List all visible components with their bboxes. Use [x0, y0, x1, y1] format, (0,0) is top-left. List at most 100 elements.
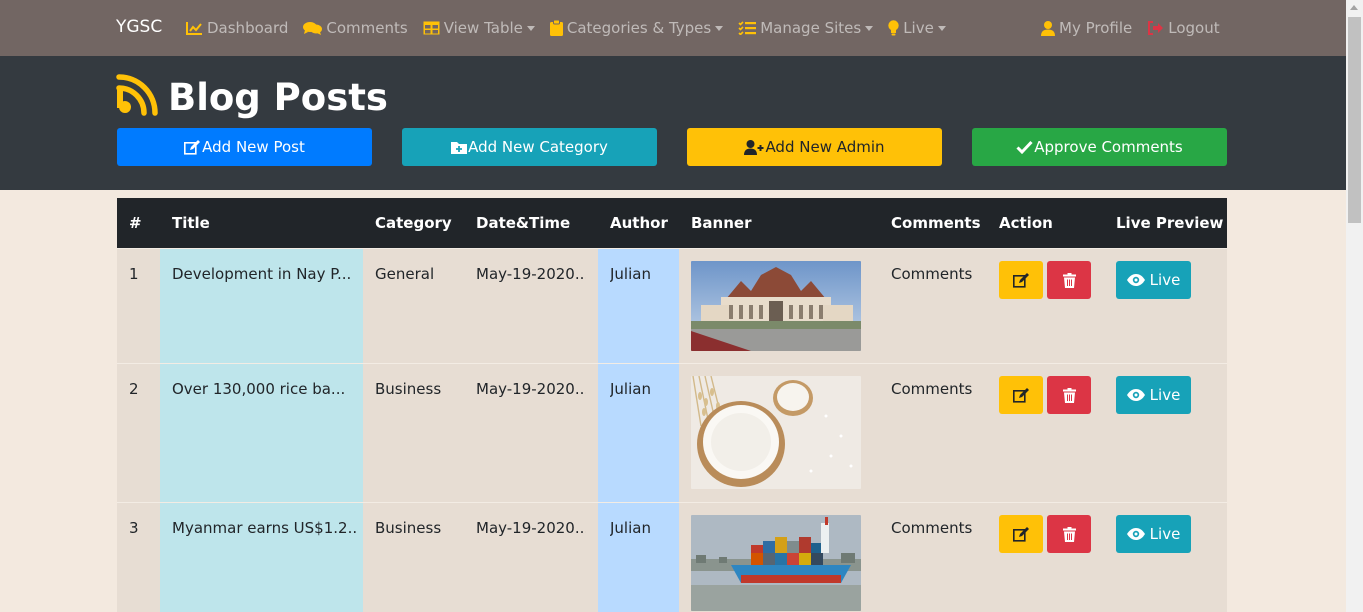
- post-author: Julian: [610, 380, 651, 398]
- check-icon: [1016, 140, 1033, 154]
- eye-icon: [1126, 274, 1145, 286]
- nav-label: Categories & Types: [566, 19, 712, 37]
- edit-post-button[interactable]: [999, 515, 1043, 553]
- button-label: Live: [1149, 386, 1181, 404]
- comments-link[interactable]: Comments: [891, 380, 972, 398]
- add-new-post-button[interactable]: Add New Post: [117, 128, 372, 166]
- edit-icon: [1012, 387, 1029, 403]
- add-new-category-button[interactable]: Add New Category: [402, 128, 657, 166]
- nav-label: View Table: [443, 19, 523, 37]
- scroll-up-arrow-icon[interactable]: [1350, 5, 1358, 10]
- folder-plus-icon: [451, 141, 468, 154]
- post-category: Business: [375, 519, 442, 537]
- nav-item-logout[interactable]: Logout: [1147, 19, 1220, 37]
- chart-line-icon: [186, 21, 203, 35]
- chevron-down-icon: [715, 25, 724, 31]
- button-label: Add New Post: [202, 138, 305, 156]
- trash-icon: [1062, 272, 1076, 288]
- table-row: 3 Myanmar earns US$1.2... Business May-1…: [117, 502, 1227, 612]
- delete-post-button[interactable]: [1047, 515, 1091, 553]
- eye-icon: [1126, 528, 1145, 540]
- table-header: # Title Category Date&Time Author Banner…: [117, 198, 1227, 248]
- column-header-live-preview: Live Preview: [1116, 214, 1224, 232]
- post-title[interactable]: Over 130,000 rice ba...: [172, 380, 357, 398]
- banner-government-building-image: [691, 261, 861, 351]
- column-header-banner: Banner: [691, 214, 752, 232]
- lightbulb-icon: [888, 20, 899, 36]
- nav-label: Comments: [326, 19, 408, 37]
- comments-link[interactable]: Comments: [891, 265, 972, 283]
- row-number: 1: [129, 265, 139, 283]
- table-icon: [423, 21, 440, 35]
- button-label: Live: [1149, 271, 1181, 289]
- live-preview-button[interactable]: Live: [1116, 376, 1191, 414]
- post-author: Julian: [610, 265, 651, 283]
- column-header-action: Action: [999, 214, 1053, 232]
- comments-link[interactable]: Comments: [891, 519, 972, 537]
- edit-post-button[interactable]: [999, 261, 1043, 299]
- logout-icon: [1147, 21, 1164, 35]
- nav-label: Live: [903, 19, 934, 37]
- eye-icon: [1126, 389, 1145, 401]
- delete-post-button[interactable]: [1047, 376, 1091, 414]
- nav-item-comments[interactable]: Comments: [303, 19, 408, 37]
- nav-label: Manage Sites: [760, 19, 862, 37]
- live-preview-button[interactable]: Live: [1116, 261, 1191, 299]
- column-header-comments: Comments: [891, 214, 981, 232]
- edit-icon: [1012, 526, 1029, 542]
- chevron-down-icon: [937, 25, 946, 31]
- nav-label: My Profile: [1059, 19, 1133, 37]
- table-row: 1 Development in Nay P... General May-19…: [117, 248, 1227, 363]
- nav-item-dashboard[interactable]: Dashboard: [186, 19, 288, 37]
- brand-logo[interactable]: YGSC: [116, 17, 162, 37]
- vertical-scrollbar[interactable]: [1346, 0, 1363, 612]
- column-header-number: #: [129, 214, 142, 232]
- page-title: Blog Posts: [168, 75, 388, 119]
- top-navbar: YGSC Dashboard Comments View Table Categ…: [0, 0, 1346, 56]
- button-label: Add New Category: [468, 138, 608, 156]
- nav-item-categories[interactable]: Categories & Types: [549, 19, 724, 37]
- comments-icon: [303, 21, 323, 35]
- page-title-wrap: Blog Posts: [116, 74, 388, 120]
- approve-comments-button[interactable]: Approve Comments: [972, 128, 1227, 166]
- banner-cargo-ship-image: [691, 515, 861, 611]
- post-datetime: May-19-2020...: [476, 519, 586, 537]
- column-header-category: Category: [375, 214, 452, 232]
- nav-menu: Dashboard Comments View Table Categories…: [186, 0, 961, 56]
- scrollbar-thumb[interactable]: [1348, 17, 1361, 223]
- tasks-icon: [738, 21, 757, 35]
- rss-blog-icon: [116, 74, 158, 120]
- banner-rice-bowl-image: [691, 376, 861, 489]
- chevron-down-icon: [865, 25, 874, 31]
- trash-icon: [1062, 526, 1076, 542]
- add-new-admin-button[interactable]: Add New Admin: [687, 128, 942, 166]
- live-preview-button[interactable]: Live: [1116, 515, 1191, 553]
- nav-item-manage-sites[interactable]: Manage Sites: [738, 19, 874, 37]
- user-plus-icon: [744, 139, 764, 155]
- delete-post-button[interactable]: [1047, 261, 1091, 299]
- post-author: Julian: [610, 519, 651, 537]
- user-icon: [1041, 20, 1055, 36]
- column-header-datetime: Date&Time: [476, 214, 571, 232]
- nav-user-menu: My Profile Logout: [1041, 0, 1235, 56]
- edit-icon: [1012, 272, 1029, 288]
- trash-icon: [1062, 387, 1076, 403]
- nav-label: Dashboard: [207, 19, 289, 37]
- edit-icon: [184, 139, 201, 155]
- nav-label: Logout: [1168, 19, 1220, 37]
- post-title[interactable]: Myanmar earns US$1.2...: [172, 519, 357, 537]
- post-datetime: May-19-2020...: [476, 265, 586, 283]
- table-row: 2 Over 130,000 rice ba... Business May-1…: [117, 363, 1227, 502]
- post-datetime: May-19-2020...: [476, 380, 586, 398]
- column-header-title: Title: [172, 214, 210, 232]
- post-title[interactable]: Development in Nay P...: [172, 265, 357, 283]
- nav-item-my-profile[interactable]: My Profile: [1041, 19, 1132, 37]
- column-header-author: Author: [610, 214, 668, 232]
- nav-item-live[interactable]: Live: [888, 19, 946, 37]
- edit-post-button[interactable]: [999, 376, 1043, 414]
- button-label: Add New Admin: [765, 138, 885, 156]
- post-category: General: [375, 265, 435, 283]
- row-number: 3: [129, 519, 139, 537]
- row-number: 2: [129, 380, 139, 398]
- nav-item-view-table[interactable]: View Table: [423, 19, 535, 37]
